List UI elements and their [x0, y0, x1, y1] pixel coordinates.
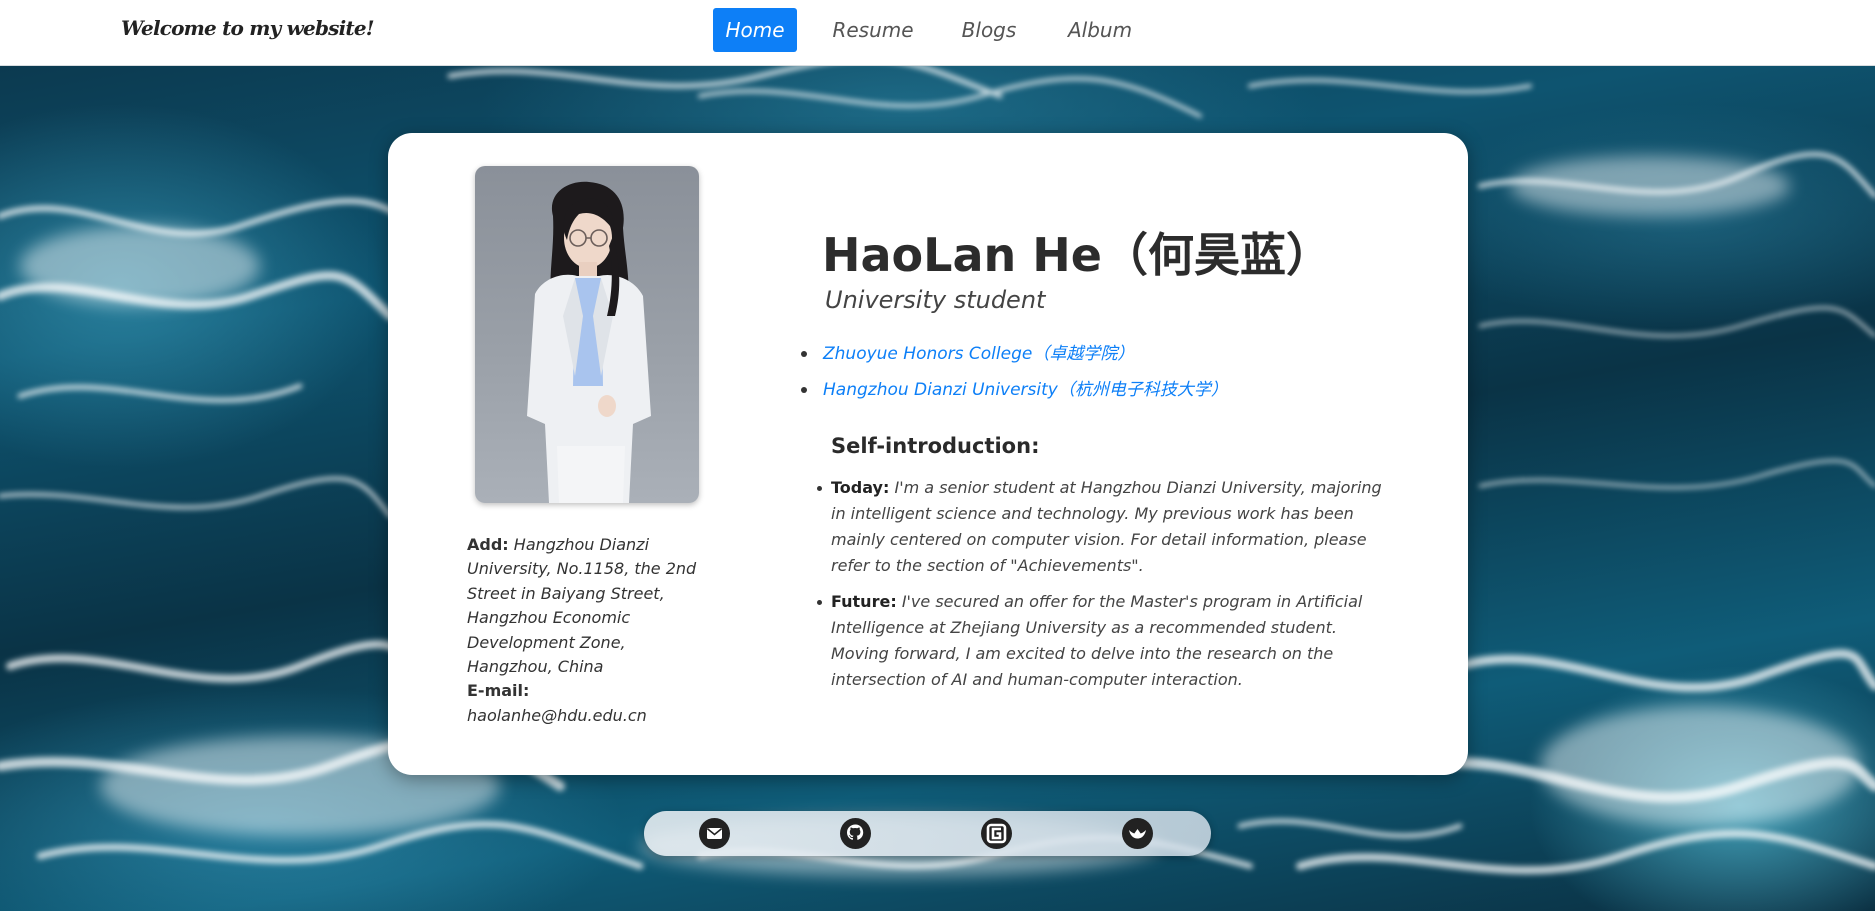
person-portrait-icon: [475, 166, 699, 503]
github-icon[interactable]: [840, 818, 871, 849]
top-navbar: Welcome to my website! Home Resume Blogs…: [0, 0, 1875, 66]
contact-info: Add: Hangzhou Dianzi University, No.1158…: [467, 533, 697, 728]
intro-text: I'm a senior student at Hangzhou Dianzi …: [831, 478, 1382, 575]
profile-photo: [475, 166, 699, 503]
self-intro-item-future: Future: I've secured an offer for the Ma…: [831, 589, 1391, 693]
google-scholar-icon[interactable]: [981, 818, 1012, 849]
profile-card: Add: Hangzhou Dianzi University, No.1158…: [388, 133, 1468, 775]
nav-home[interactable]: Home: [713, 8, 797, 52]
affiliation-link-honors-college[interactable]: Zhuoyue Honors College（卓越学院）: [823, 344, 1134, 364]
address-label: Add:: [467, 535, 509, 554]
self-intro-list: Today: I'm a senior student at Hangzhou …: [831, 475, 1391, 703]
affiliation-item: Hangzhou Dianzi University（杭州电子科技大学）: [801, 372, 1228, 408]
nav-blogs[interactable]: Blogs: [949, 8, 1029, 52]
affiliation-item: Zhuoyue Honors College（卓越学院）: [801, 336, 1228, 372]
nav-resume[interactable]: Resume: [825, 8, 921, 52]
social-links-bar: [644, 811, 1211, 856]
intro-key: Today: [831, 478, 883, 497]
email-value[interactable]: haolanhe@hdu.edu.cn: [467, 706, 647, 725]
intro-text: I've secured an offer for the Master's p…: [831, 592, 1362, 689]
email-icon[interactable]: [699, 818, 730, 849]
intro-key: Future: [831, 592, 890, 611]
profile-name: HaoLan He（何昊蓝）: [822, 219, 1332, 285]
site-brand[interactable]: Welcome to my website!: [121, 16, 374, 40]
nav-album[interactable]: Album: [1057, 8, 1143, 52]
bird-icon[interactable]: [1122, 818, 1153, 849]
self-intro-item-today: Today: I'm a senior student at Hangzhou …: [831, 475, 1391, 579]
affiliation-link-hdu[interactable]: Hangzhou Dianzi University（杭州电子科技大学）: [823, 380, 1228, 400]
affiliation-list: Zhuoyue Honors College（卓越学院） Hangzhou Di…: [801, 336, 1228, 408]
self-intro-title: Self-introduction:: [831, 434, 1039, 458]
email-label: E-mail:: [467, 681, 529, 700]
profile-role: University student: [825, 286, 1045, 314]
address-value: Hangzhou Dianzi University, No.1158, the…: [467, 535, 696, 676]
